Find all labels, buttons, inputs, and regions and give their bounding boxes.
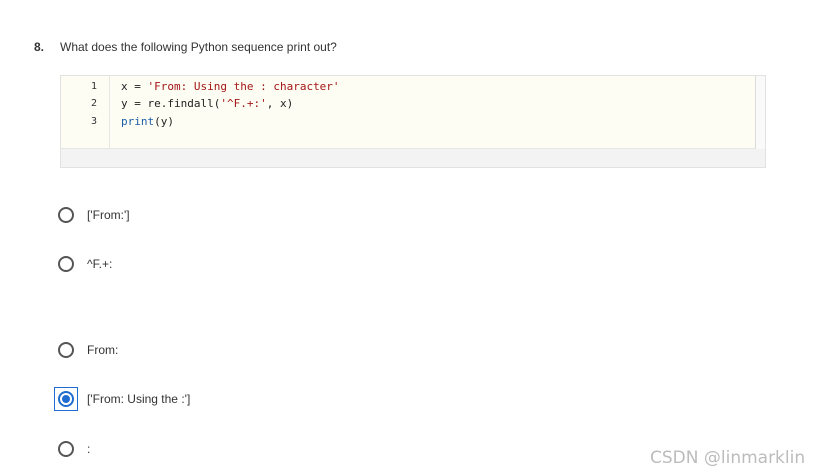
question-text: What does the following Python sequence …: [60, 40, 337, 54]
radio-button-selected[interactable]: [58, 391, 74, 407]
code-vertical-scrollbar[interactable]: [755, 76, 765, 149]
code-line-3: print(y): [121, 115, 174, 128]
line-number: 1: [90, 81, 97, 92]
radio-button[interactable]: [58, 342, 74, 358]
code-keyword: print: [121, 115, 155, 128]
line-number-gutter: 1 2 3: [61, 76, 110, 149]
option-label: ^F.+:: [87, 257, 113, 271]
code-text: (y): [154, 115, 174, 128]
line-number: 3: [90, 116, 97, 127]
code-editor: 1 2 3 x = 'From: Using the : character' …: [61, 76, 755, 149]
radio-button[interactable]: [58, 256, 74, 272]
code-block: 1 2 3 x = 'From: Using the : character' …: [60, 75, 766, 168]
code-string: 'From: Using the : character': [147, 80, 340, 93]
code-string: '^F.+:': [220, 97, 267, 110]
line-number: 2: [90, 98, 97, 109]
option-label: From:: [87, 343, 119, 357]
code-text: y = re.findall(: [121, 97, 221, 110]
code-text: , x): [266, 97, 294, 110]
radio-button[interactable]: [58, 207, 74, 223]
radio-button[interactable]: [58, 441, 74, 457]
code-text: x =: [121, 80, 148, 93]
code-line-1: x = 'From: Using the : character': [121, 80, 340, 93]
option-label: ['From: Using the :']: [87, 392, 191, 406]
option-label: :: [87, 442, 91, 456]
watermark: CSDN @linmarklin: [650, 448, 806, 468]
question-number: 8.: [34, 40, 45, 54]
code-line-2: y = re.findall('^F.+:', x): [121, 97, 293, 110]
option-label: ['From:']: [87, 208, 130, 222]
